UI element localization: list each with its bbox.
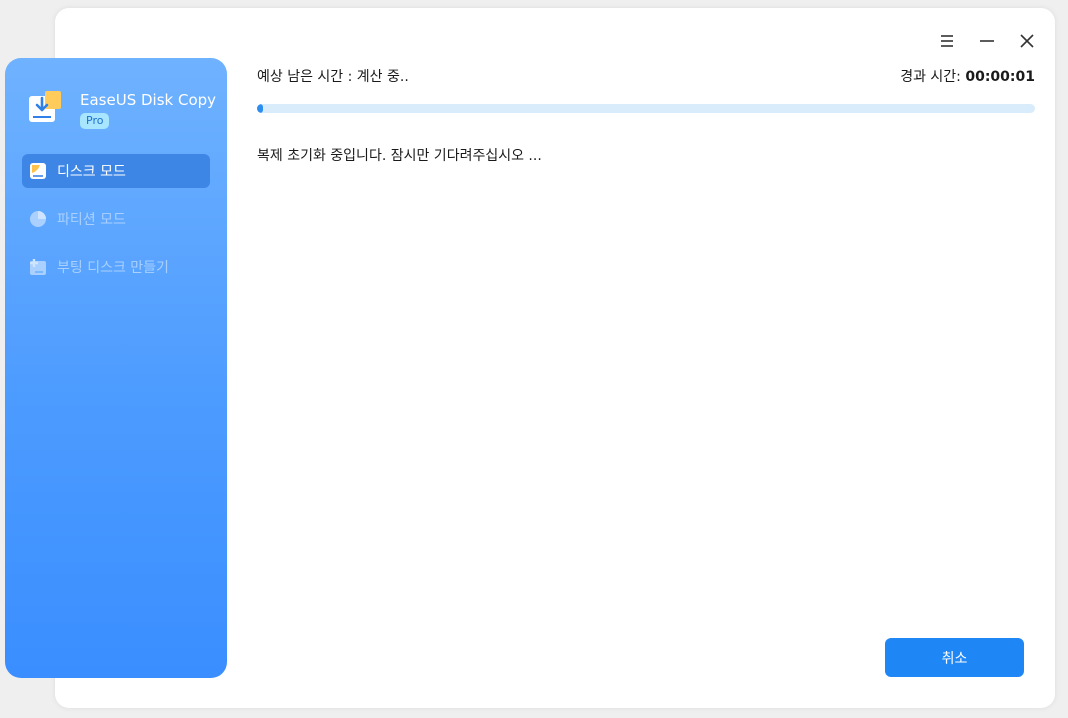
sidebar: EaseUS Disk Copy Pro 디스크 모드 파티션 모드 부팅 디스… [5,58,227,678]
disk-mode-icon [29,162,47,180]
app-name: EaseUS Disk Copy [80,91,217,109]
close-icon[interactable] [1016,30,1038,52]
sidebar-item-bootable-disk[interactable]: 부팅 디스크 만들기 [22,250,210,284]
easeus-disk-copy-logo-icon [27,88,65,126]
sidebar-item-label: 부팅 디스크 만들기 [57,260,169,276]
estimated-remaining-time: 예상 남은 시간 : 계산 중.. [257,69,409,85]
progress-fill [257,104,264,113]
sidebar-item-label: 파티션 모드 [57,212,126,228]
status-message: 복제 초기화 중입니다. 잠시만 기다려주십시오 ... [257,148,542,164]
progress-bar [257,104,1035,113]
pie-chart-icon [29,210,47,228]
sidebar-item-partition-mode[interactable]: 파티션 모드 [22,202,210,236]
cancel-button[interactable]: 취소 [885,638,1024,677]
elapsed-time-label: 경과 시간: [900,69,966,85]
pro-badge: Pro [80,113,110,129]
elapsed-time: 경과 시간: 00:00:01 [900,66,1035,86]
menu-icon[interactable] [936,30,958,52]
sidebar-item-disk-mode[interactable]: 디스크 모드 [22,154,210,188]
bootable-disk-icon [29,258,47,276]
minimize-icon[interactable] [976,30,998,52]
sidebar-item-label: 디스크 모드 [57,164,126,180]
elapsed-time-value: 00:00:01 [965,69,1035,85]
